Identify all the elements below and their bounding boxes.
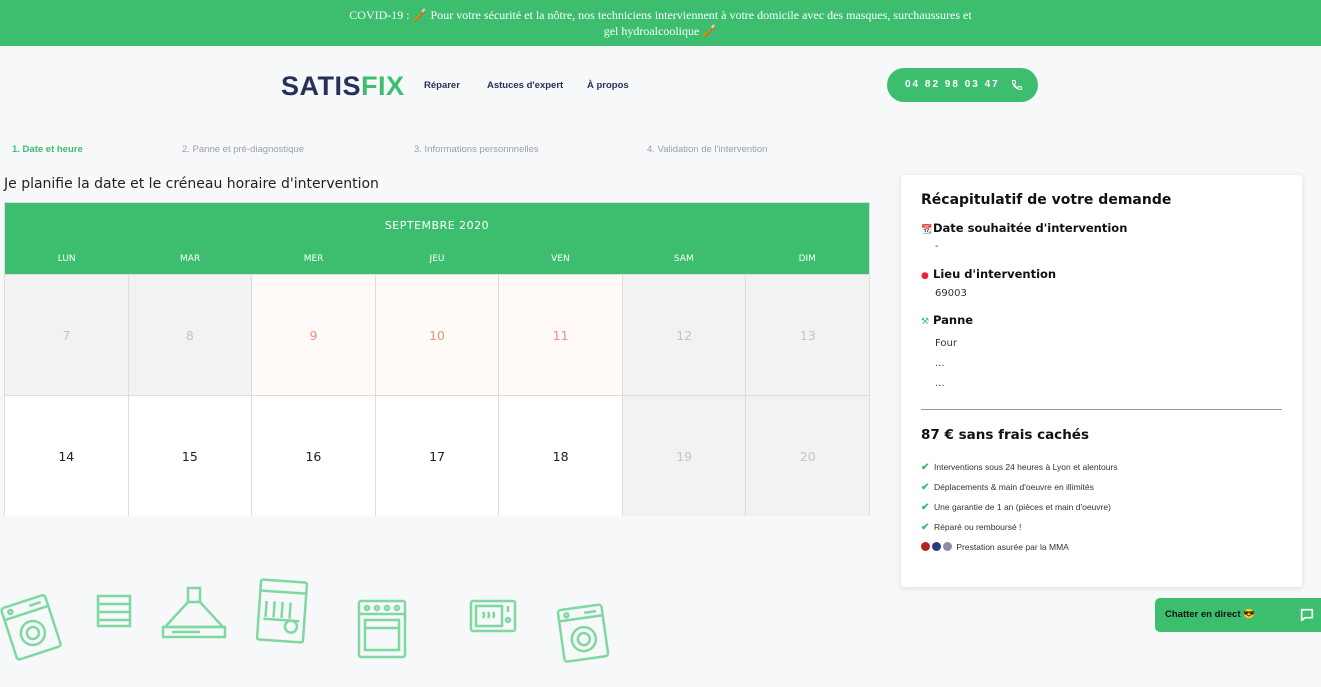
calendar-week-2: 14 15 16 17 18 19 20 (5, 395, 870, 516)
calendar-day: 13 (746, 275, 870, 395)
microwave-icon (469, 599, 517, 633)
recap-title: Récapitulatif de votre demande (921, 192, 1172, 208)
feature-text: Interventions sous 24 heures à Lyon et a… (934, 462, 1118, 472)
calendar-day[interactable]: 17 (375, 396, 500, 516)
calendar-day[interactable]: 16 (252, 396, 376, 516)
calendar-day: 8 (128, 275, 253, 395)
date-label-text: Date souhaitée d'intervention (933, 221, 1128, 235)
banner-line-1: COVID-19 : 🪥 Pour votre sécurité et la n… (349, 8, 972, 22)
banner-line-2: gel hydroalcoolique 🪥 (603, 24, 718, 38)
weekday-wed: MER (303, 254, 324, 264)
nav-reparer[interactable]: Réparer (424, 80, 460, 91)
place-label-text: Lieu d'intervention (933, 267, 1057, 281)
step-2: 2. Panne et pré-diagnostique (182, 144, 305, 155)
calendar-icon: 📆 (921, 225, 933, 235)
logo[interactable]: SATISFIX (281, 71, 405, 102)
weekday-fri: VEN (551, 254, 570, 264)
check-icon: ✔ (921, 522, 930, 533)
date-value: - (935, 241, 939, 252)
insurance-text: Prestation asurée par la MMA (956, 542, 1069, 552)
logo-part-1: SATIS (281, 71, 362, 101)
calendar-day[interactable]: 18 (499, 396, 623, 516)
nav-a-propos[interactable]: À propos (587, 80, 629, 91)
washing-machine-icon (0, 594, 62, 661)
calendar: SEPTEMBRE 2020 LUN MAR MER JEU VEN SAM D… (4, 202, 870, 516)
chat-button[interactable]: Chatter en direct 😎 (1155, 598, 1321, 632)
radiator-icon (96, 594, 132, 628)
date-label: 📆Date souhaitée d'intervention (921, 221, 1127, 235)
calendar-day: 12 (622, 275, 747, 395)
chat-bubble-icon (1300, 608, 1314, 622)
place-value: 69003 (935, 288, 967, 299)
panne-label-text: Panne (933, 313, 974, 327)
covid-banner: COVID-19 : 🪥 Pour votre sécurité et la n… (0, 0, 1321, 46)
nav-astuces[interactable]: Astuces d'expert (487, 80, 563, 91)
pin-icon: ● (921, 271, 929, 281)
calendar-day[interactable]: 14 (5, 396, 129, 516)
weekday-sun: DIM (798, 254, 816, 264)
recap-panel: Récapitulatif de votre demande 📆Date sou… (901, 175, 1302, 587)
recap-divider (921, 409, 1282, 410)
weekday-row: LUN MAR MER JEU VEN SAM DIM (5, 254, 869, 264)
step-1[interactable]: 1. Date et heure (12, 144, 83, 155)
tools-icon: ⚒ (921, 317, 930, 327)
phone-number: 04 82 98 03 47 (905, 79, 1000, 90)
weekday-sat: SAM (673, 254, 694, 264)
weekday-thu: JEU (429, 254, 445, 264)
panne-label: ⚒ Panne (921, 313, 973, 327)
feature-item: ✔ Déplacements & main d'oeuvre en illimit… (921, 482, 1094, 493)
panne-value-3: ... (935, 378, 945, 389)
calendar-month: SEPTEMBRE 2020 (384, 219, 490, 232)
calendar-header: SEPTEMBRE 2020 LUN MAR MER JEU VEN SAM D… (5, 203, 869, 274)
panne-value-2: ... (935, 358, 945, 369)
weekday-tue: MAR (180, 254, 201, 264)
mma-logo-icon (943, 542, 952, 551)
feature-item: ✔ Une garantie de 1 an (pièces et main d'… (921, 502, 1111, 513)
check-icon: ✔ (921, 462, 930, 473)
panne-value: Four (935, 338, 957, 349)
phone-icon (1011, 80, 1022, 91)
calendar-week-1: 7 8 9 10 11 12 13 (5, 274, 870, 395)
feature-item: ✔ Réparé ou remboursé ! (921, 522, 1021, 533)
feature-item: ✔ Interventions sous 24 heures à Lyon et … (921, 462, 1118, 473)
dishwasher-icon (255, 578, 309, 644)
site-header: SATISFIX Réparer Astuces d'expert À prop… (0, 46, 1321, 126)
place-label: ● Lieu d'intervention (921, 267, 1056, 281)
mma-logo-icon (921, 542, 930, 551)
calendar-day: 20 (746, 396, 870, 516)
insurance-line: Prestation asurée par la MMA (921, 542, 1069, 552)
calendar-day[interactable]: 15 (128, 396, 253, 516)
calendar-day: 19 (622, 396, 747, 516)
phone-button[interactable]: 04 82 98 03 47 (887, 68, 1038, 102)
check-icon: ✔ (921, 482, 930, 493)
price: 87 € sans frais cachés (921, 427, 1089, 443)
calendar-day: 9 (252, 275, 376, 395)
feature-text: Réparé ou remboursé ! (934, 522, 1022, 532)
weekday-mon: LUN (57, 254, 76, 264)
oven-icon (357, 599, 407, 659)
calendar-day: 11 (499, 275, 623, 395)
dryer-icon (556, 603, 610, 663)
logo-part-2: FIX (361, 71, 405, 101)
page-title: Je planifie la date et le créneau horair… (4, 176, 379, 192)
chat-label: Chatter en direct 😎 (1165, 609, 1255, 620)
step-4: 4. Validation de l'intervention (647, 144, 768, 155)
feature-text: Déplacements & main d'oeuvre en illimité… (934, 482, 1094, 492)
range-hood-icon (161, 586, 227, 639)
check-icon: ✔ (921, 502, 930, 513)
calendar-day: 7 (5, 275, 129, 395)
mma-logo-icon (932, 542, 941, 551)
feature-text: Une garantie de 1 an (pièces et main d'o… (934, 502, 1111, 512)
calendar-day: 10 (375, 275, 500, 395)
step-3: 3. Informations personnnelles (414, 144, 539, 155)
